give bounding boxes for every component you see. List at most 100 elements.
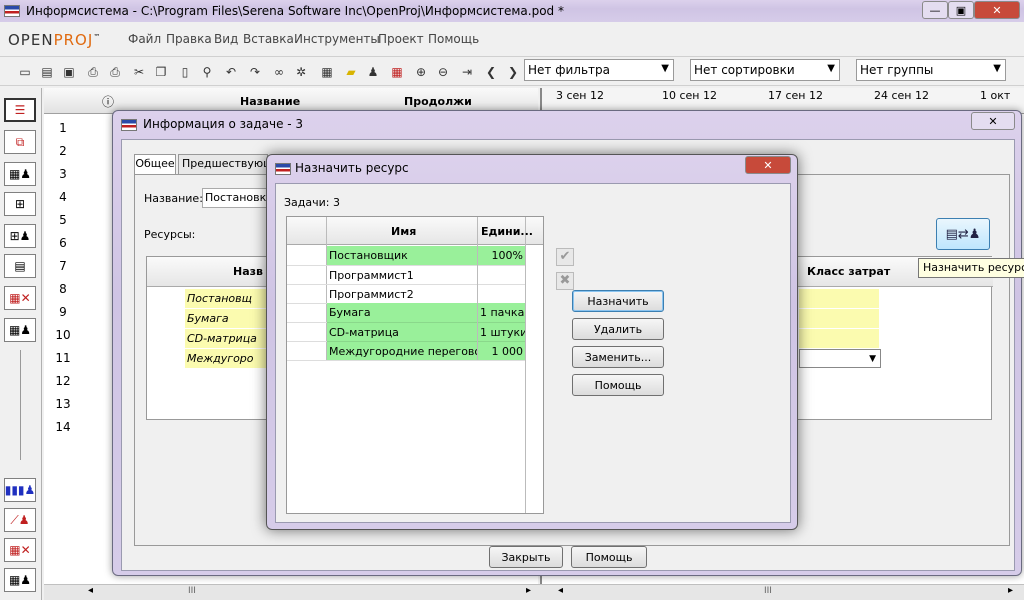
assign-dialog-close-button[interactable]: ✕ [745, 156, 791, 174]
scroll-to-task-icon[interactable]: ⇥ [458, 63, 476, 81]
note-icon[interactable]: ▰ [342, 63, 360, 81]
gantt-view-icon[interactable]: ☰ [4, 98, 36, 122]
row-number[interactable]: 3 [44, 163, 82, 186]
resource-usage-icon[interactable]: ▦♟ [4, 318, 36, 342]
row-number[interactable]: 8 [44, 278, 82, 301]
wbs-view-icon[interactable]: ⊞ [4, 192, 36, 216]
row-number[interactable]: 2 [44, 140, 82, 163]
print-preview-icon[interactable]: ⎙ [106, 63, 124, 81]
replace-button[interactable]: Заменить... [572, 346, 664, 368]
task-usage-icon[interactable]: ▦✕ [4, 286, 36, 310]
assign-row-units[interactable] [478, 265, 525, 284]
open-icon[interactable]: ▤ [38, 63, 56, 81]
sort-select[interactable]: Нет сортировки ▼ [690, 59, 840, 81]
assign-row-units[interactable]: 1 штуки [478, 322, 525, 341]
cut-icon[interactable]: ✂ [130, 63, 148, 81]
cost-class-select[interactable]: ▼ [799, 349, 881, 368]
minimize-button[interactable]: — [922, 1, 948, 19]
row-number[interactable]: 10 [44, 324, 82, 347]
task-dialog-close-footer-button[interactable]: Закрыть [489, 546, 563, 568]
row-number[interactable]: 12 [44, 370, 82, 393]
unlink-icon[interactable]: ✲ [292, 63, 310, 81]
assign-help-button[interactable]: Помощь [572, 374, 664, 396]
assign-row-units[interactable]: 1 000 [478, 341, 525, 360]
close-button[interactable]: ✕ [974, 1, 1020, 19]
new-icon[interactable]: ▭ [16, 63, 34, 81]
find-icon[interactable]: ⚲ [198, 63, 216, 81]
row-number[interactable]: 5 [44, 209, 82, 232]
assign-row-name[interactable]: Междугородние переговоры [327, 341, 477, 360]
cost-class-cell[interactable] [799, 329, 879, 348]
charts-icon[interactable]: ⟋♟ [4, 508, 36, 532]
undo-icon[interactable]: ↶ [222, 63, 240, 81]
name-field[interactable]: Постановка [202, 188, 272, 208]
assign-row-name[interactable]: Бумага [327, 303, 477, 322]
calendar-icon[interactable]: ▦ [388, 63, 406, 81]
zoom-out-icon[interactable]: ⊖ [434, 63, 452, 81]
filter-select[interactable]: Нет фильтра ▼ [524, 59, 674, 81]
menu-edit[interactable]: Правка [166, 32, 212, 46]
grid-col-name[interactable]: Название [240, 95, 300, 108]
task-dialog-close-button[interactable]: ✕ [971, 112, 1015, 130]
menu-file[interactable]: Файл [128, 32, 161, 46]
group-select[interactable]: Нет группы ▼ [856, 59, 1006, 81]
zoom-in-icon[interactable]: ⊕ [412, 63, 430, 81]
scroll-left-icon[interactable]: ◂ [88, 585, 93, 596]
chevron-right-icon[interactable]: ❯ [504, 63, 522, 81]
task-info-icon[interactable]: ▦ [318, 63, 336, 81]
redo-icon[interactable]: ↷ [246, 63, 264, 81]
rbs-view-icon[interactable]: ⊞♟ [4, 224, 36, 248]
row-number[interactable]: 7 [44, 255, 82, 278]
gantt-scroll-grip[interactable]: III [764, 586, 772, 596]
gantt-scroll-left-icon[interactable]: ◂ [558, 585, 563, 596]
assign-row-name[interactable]: CD-матрица [327, 322, 477, 341]
assign-row-units[interactable]: 100% [478, 246, 525, 265]
horizontal-scrollbar[interactable]: ◂ III ▸ ◂ III ▸ [44, 584, 1024, 600]
row-number[interactable]: 14 [44, 416, 82, 439]
link-icon[interactable]: ∞ [270, 63, 288, 81]
cost-class-cell[interactable] [799, 309, 879, 328]
gantt-scroll-right-icon[interactable]: ▸ [1008, 585, 1013, 596]
scroll-grip[interactable]: III [188, 586, 196, 596]
menu-view[interactable]: Вид [214, 32, 238, 46]
menu-project[interactable]: Проект [378, 32, 424, 46]
assign-row-units[interactable]: 1 пачка [478, 303, 525, 322]
menu-insert[interactable]: Вставка [243, 32, 294, 46]
chevron-left-icon[interactable]: ❮ [482, 63, 500, 81]
grid-col-duration[interactable]: Продолжи [404, 95, 472, 108]
checkmark-icon[interactable]: ✔ [556, 248, 574, 266]
copy-icon[interactable]: ❐ [152, 63, 170, 81]
resource-usage-detail-icon[interactable]: ▦♟ [4, 568, 36, 592]
row-number[interactable]: 11 [44, 347, 82, 370]
scroll-right-icon[interactable]: ▸ [526, 585, 531, 596]
tab-predecessors[interactable]: Предшествующ [178, 154, 268, 174]
network-view-icon[interactable]: ⧉ [4, 130, 36, 154]
menu-tools[interactable]: Инструменты [294, 32, 380, 46]
resources-view-icon[interactable]: ▦♟ [4, 162, 36, 186]
assign-row-name[interactable]: Программист2 [327, 284, 477, 303]
assign-row-units[interactable] [478, 284, 525, 303]
histogram-icon[interactable]: ▮▮▮♟ [4, 478, 36, 502]
row-number[interactable]: 9 [44, 301, 82, 324]
tab-general[interactable]: Общее [134, 154, 176, 174]
paste-icon[interactable]: ▯ [176, 63, 194, 81]
print-icon[interactable]: ⎙ [84, 63, 102, 81]
assign-row-name[interactable]: Постановщик [327, 246, 477, 265]
row-number[interactable]: 4 [44, 186, 82, 209]
assign-button[interactable]: Назначить [572, 290, 664, 312]
save-icon[interactable]: ▣ [60, 63, 78, 81]
row-number[interactable]: 6 [44, 232, 82, 255]
row-number[interactable]: 13 [44, 393, 82, 416]
remove-button[interactable]: Удалить [572, 318, 664, 340]
maximize-button[interactable]: ▣ [948, 1, 974, 19]
row-number[interactable]: 1 [44, 117, 82, 140]
task-usage-detail-icon[interactable]: ▦✕ [4, 538, 36, 562]
cost-class-cell[interactable] [799, 289, 879, 308]
task-dialog-help-button[interactable]: Помощь [571, 546, 647, 568]
menu-help[interactable]: Помощь [428, 32, 479, 46]
resource-icon[interactable]: ♟ [364, 63, 382, 81]
reports-view-icon[interactable]: ▤ [4, 254, 36, 278]
assign-row-name[interactable]: Программист1 [327, 265, 477, 284]
cross-icon[interactable]: ✖ [556, 272, 574, 290]
assign-resource-button[interactable]: ▤⇄♟ [936, 218, 990, 250]
